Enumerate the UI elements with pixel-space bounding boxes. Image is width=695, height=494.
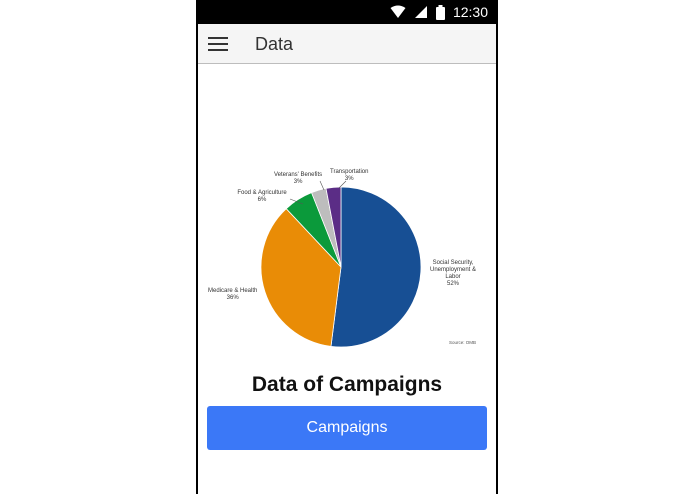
pie-label-2: Food & Agriculture 6% [237, 190, 287, 203]
battery-icon [435, 4, 445, 20]
status-time: 12:30 [452, 4, 488, 20]
page: 12:30 Data Social Security, Unemployment … [0, 0, 695, 494]
pie-leader-line-3 [319, 180, 325, 191]
chart-source: Source: OMB [449, 340, 476, 345]
signal-icon [414, 6, 427, 18]
pie-label-0: Social Security, Unemployment & Labor 52% [430, 260, 476, 287]
pie-slice-0 [330, 186, 422, 348]
wifi-icon [390, 5, 406, 18]
pie-label-3: Veterans' Benefits 3% [274, 172, 322, 185]
status-bar: 12:30 [198, 0, 496, 24]
pie-chart: Social Security, Unemployment & Labor 52% Me… [198, 160, 496, 360]
menu-button[interactable] [208, 34, 228, 54]
phone-frame: 12:30 Data Social Security, Unemployment … [196, 0, 498, 494]
phone-screen: 12:30 Data Social Security, Unemployment … [198, 0, 496, 494]
pie-label-1: Medicare & Health 36% [208, 288, 257, 301]
pie-chart-svg: Social Security, Unemployment & Labor 52% Me… [208, 169, 476, 348]
hamburger-menu-icon [208, 37, 228, 51]
app-title: Data [255, 34, 294, 54]
campaigns-button[interactable]: Campaigns [207, 406, 487, 450]
pie-label-4: Transportation 3% [330, 169, 368, 182]
app-bar: Data [198, 24, 496, 64]
page-heading: Data of Campaigns [251, 373, 443, 396]
status-icons: 12:30 [390, 3, 488, 21]
